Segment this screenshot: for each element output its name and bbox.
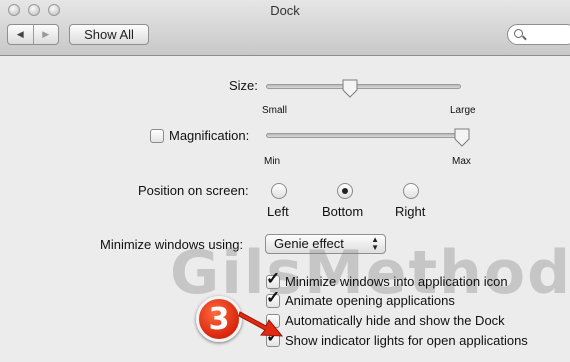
size-label: Size:: [229, 78, 258, 93]
magnification-slider-thumb[interactable]: [453, 128, 471, 148]
back-arrow-icon: ◀: [16, 29, 24, 39]
size-max-label: Large: [450, 105, 476, 116]
position-bottom-label: Bottom: [322, 204, 364, 219]
search-field[interactable]: [507, 24, 570, 45]
show-all-button[interactable]: Show All: [69, 24, 149, 45]
position-label: Position on screen:: [138, 183, 249, 198]
magnification-checkbox[interactable]: [150, 129, 164, 143]
position-bottom-radio[interactable]: [337, 183, 353, 199]
size-slider-thumb[interactable]: [341, 79, 359, 99]
nav-button-group: ◀ ▶: [7, 24, 59, 45]
indicator-lights-label: Show indicator lights for open applicati…: [285, 333, 528, 348]
red-pointer-arrow-icon: [238, 311, 284, 337]
magnification-label: Magnification:: [169, 128, 250, 143]
position-left-label: Left: [267, 204, 289, 219]
title-toolbar: Dock ◀ ▶ Show All: [0, 0, 570, 56]
checkmark-icon: ✓: [266, 269, 281, 288]
minimize-into-icon-checkbox[interactable]: ✓: [266, 270, 280, 289]
magnification-max-label: Max: [452, 156, 471, 167]
magnification-min-label: Min: [264, 156, 281, 167]
position-left-radio[interactable]: [271, 183, 287, 199]
position-right-radio[interactable]: [403, 183, 419, 199]
magnification-slider-track[interactable]: [266, 133, 461, 138]
forward-button[interactable]: ▶: [34, 25, 59, 44]
back-button[interactable]: ◀: [8, 25, 34, 44]
dock-preferences-window: Dock ◀ ▶ Show All Size: Small Large Magn…: [0, 0, 570, 362]
size-slider-track[interactable]: [266, 84, 461, 89]
auto-hide-dock-label: Automatically hide and show the Dock: [285, 313, 505, 328]
position-right-label: Right: [395, 204, 426, 219]
radio-selected-dot: [342, 188, 348, 194]
forward-arrow-icon: ▶: [42, 29, 50, 39]
animate-opening-label: Animate opening applications: [285, 293, 455, 308]
size-min-label: Small: [262, 105, 288, 116]
window-title: Dock: [270, 3, 300, 18]
minimize-into-icon-label: Minimize windows into application icon: [285, 274, 508, 289]
